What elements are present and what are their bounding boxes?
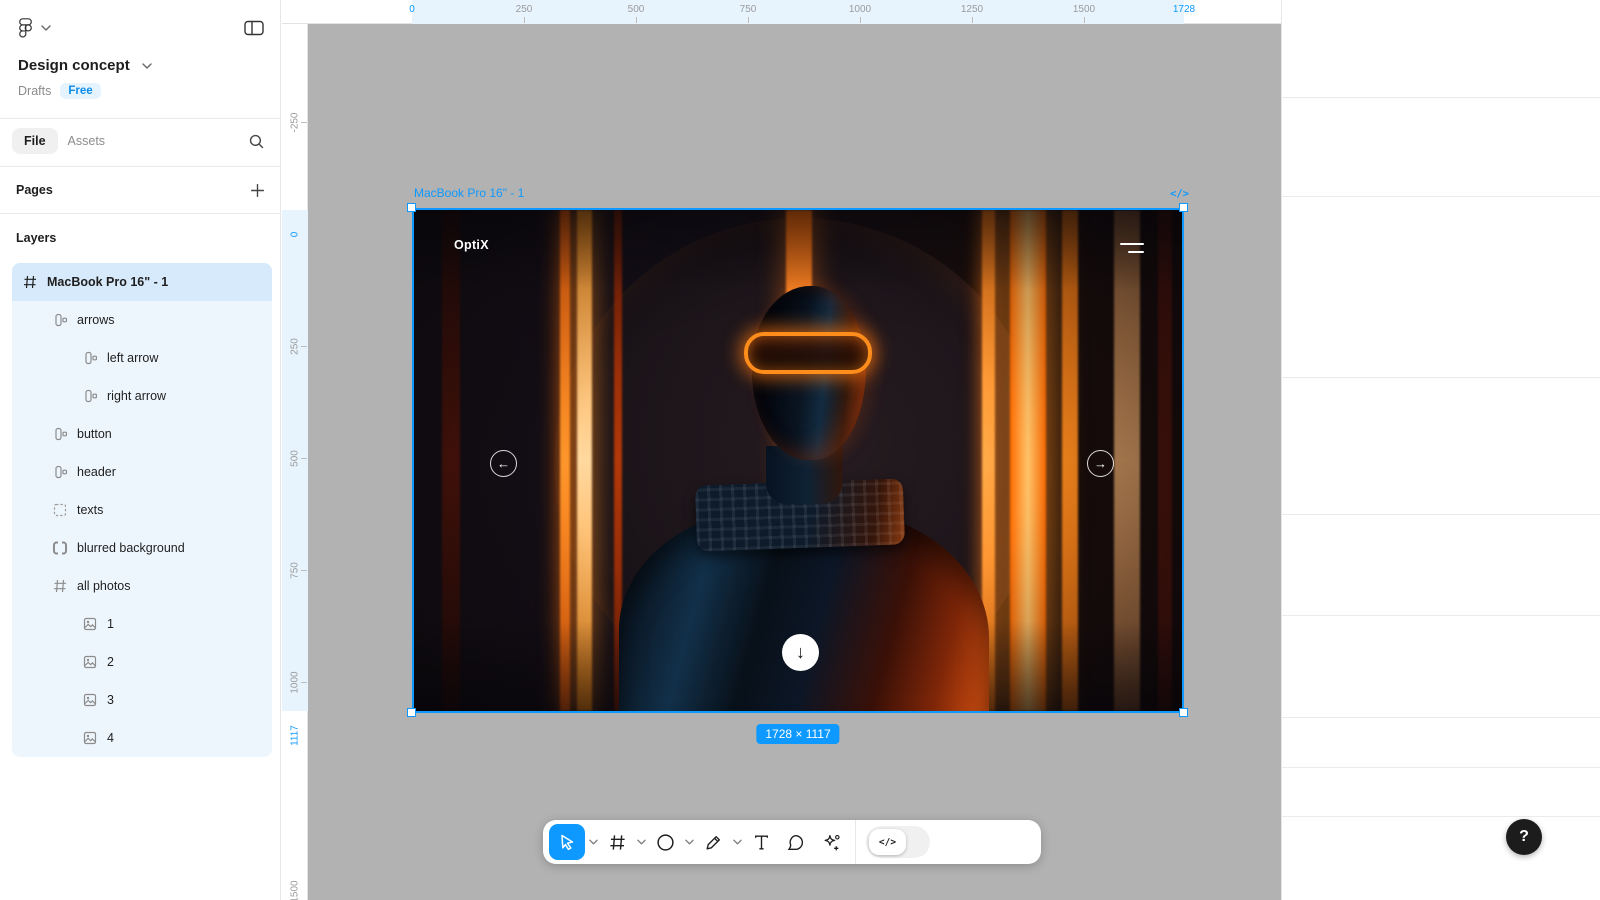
- figma-app: Design concept Drafts Free File Assets P…: [0, 0, 1600, 900]
- add-page-icon[interactable]: [249, 182, 266, 199]
- layer-name: texts: [77, 503, 103, 517]
- layer-row[interactable]: 3: [12, 681, 272, 719]
- layer-name: right arrow: [107, 389, 166, 403]
- auto-layout-icon: [82, 350, 98, 366]
- layer-name: arrows: [77, 313, 115, 327]
- frame-tool-chevron-icon[interactable]: [633, 824, 649, 860]
- layer-row[interactable]: 2: [12, 643, 272, 681]
- collapse-sidebar-icon[interactable]: [244, 20, 264, 36]
- selection-handle-top-left[interactable]: [407, 203, 416, 212]
- layer-name: 4: [107, 731, 114, 745]
- left-sidebar: Design concept Drafts Free File Assets P…: [0, 0, 281, 900]
- toolbar-divider: [855, 820, 856, 864]
- frame-icon: [52, 578, 68, 594]
- scroll-down-button: ↓: [782, 634, 819, 671]
- auto-layout-icon: [52, 464, 68, 480]
- layer-row[interactable]: left arrow: [12, 339, 272, 377]
- layer-name: all photos: [77, 579, 131, 593]
- auto-layout-icon: [52, 312, 68, 328]
- design-frame[interactable]: OPTIX OPTIX OPTIX OPTIX OPTIX OPTIX OPTI…: [414, 210, 1182, 711]
- breadcrumb-project[interactable]: Drafts: [18, 84, 51, 98]
- pen-tool-chevron-icon[interactable]: [729, 824, 745, 860]
- tab-assets[interactable]: Assets: [68, 134, 106, 148]
- comment-tool-button[interactable]: [777, 824, 813, 860]
- photo-neon-goggles: [744, 332, 872, 374]
- shape-tool-chevron-icon[interactable]: [681, 824, 697, 860]
- layer-name: header: [77, 465, 116, 479]
- hamburger-menu-icon: [1120, 243, 1144, 253]
- auto-layout-icon: [82, 388, 98, 404]
- site-logo: OptiX: [454, 238, 489, 252]
- layer-name: left arrow: [107, 351, 158, 365]
- frame-dev-mode-icon[interactable]: </>: [1170, 188, 1189, 200]
- layer-row[interactable]: arrows: [12, 301, 272, 339]
- file-title[interactable]: Design concept: [18, 57, 130, 74]
- layer-row[interactable]: header: [12, 453, 272, 491]
- layer-row-frame[interactable]: MacBook Pro 16" - 1: [12, 263, 272, 301]
- layer-name: MacBook Pro 16" - 1: [47, 275, 168, 289]
- carousel-right-arrow-button: →: [1087, 450, 1114, 477]
- layer-name: blurred background: [77, 541, 185, 555]
- layer-row[interactable]: texts: [12, 491, 272, 529]
- main-menu-chevron-icon[interactable]: [41, 25, 51, 31]
- selection-handle-bottom-left[interactable]: [407, 708, 416, 717]
- right-sidebar: Share Design Prototype 38% Frame </> Cop…: [1281, 0, 1600, 900]
- layer-row[interactable]: right arrow: [12, 377, 272, 415]
- layer-row[interactable]: all photos: [12, 567, 272, 605]
- selection-size-badge: 1728 × 1117: [756, 724, 839, 744]
- frame-icon: [22, 274, 38, 290]
- group-icon: [52, 502, 68, 518]
- pen-tool-button[interactable]: [697, 824, 729, 860]
- dev-mode-icon: </>: [869, 829, 906, 855]
- layer-name: 1: [107, 617, 114, 631]
- image-icon: [82, 692, 98, 708]
- layer-row[interactable]: button: [12, 415, 272, 453]
- image-icon: [82, 730, 98, 746]
- selection-handle-top-right[interactable]: [1179, 203, 1188, 212]
- frame-tool-button[interactable]: [601, 824, 633, 860]
- layer-row[interactable]: 1: [12, 605, 272, 643]
- layer-row[interactable]: 4: [12, 719, 272, 757]
- layer-row[interactable]: blurred background: [12, 529, 272, 567]
- figma-logo-icon[interactable]: [18, 17, 33, 39]
- help-button[interactable]: ?: [1506, 819, 1542, 855]
- layers-tree: MacBook Pro 16" - 1 arrows left arrow ri…: [12, 263, 272, 757]
- image-icon: [82, 654, 98, 670]
- text-tool-button[interactable]: [745, 824, 777, 860]
- auto-layout-icon: [52, 426, 68, 442]
- frame-title-label[interactable]: MacBook Pro 16" - 1: [414, 186, 524, 200]
- layer-name: 3: [107, 693, 114, 707]
- move-tool-chevron-icon[interactable]: [585, 824, 601, 860]
- shape-tool-button[interactable]: [649, 824, 681, 860]
- layer-name: button: [77, 427, 112, 441]
- actions-tool-button[interactable]: [813, 824, 849, 860]
- pages-header: Pages: [16, 183, 53, 197]
- search-icon[interactable]: [248, 133, 265, 150]
- horizontal-ruler: 0 250 500 750 1000 1250 1500 1728: [282, 0, 1281, 24]
- carousel-left-arrow-button: ←: [490, 450, 517, 477]
- image-icon: [82, 616, 98, 632]
- mask-icon: [52, 540, 68, 556]
- move-tool-button[interactable]: [549, 824, 585, 860]
- layers-header: Layers: [16, 231, 56, 245]
- selection-handle-bottom-right[interactable]: [1179, 708, 1188, 717]
- plan-badge: Free: [60, 83, 100, 99]
- file-title-chevron-icon[interactable]: [142, 63, 152, 69]
- tab-file[interactable]: File: [12, 128, 58, 154]
- bottom-toolbar: </>: [543, 820, 1041, 864]
- vertical-ruler: -250 0 250 500 750 1000 1117 1500: [282, 24, 308, 900]
- canvas[interactable]: -250 0 250 500 750 1000 1117 1500 0 250 …: [282, 0, 1281, 900]
- layer-name: 2: [107, 655, 114, 669]
- dev-mode-toggle[interactable]: </>: [866, 826, 930, 858]
